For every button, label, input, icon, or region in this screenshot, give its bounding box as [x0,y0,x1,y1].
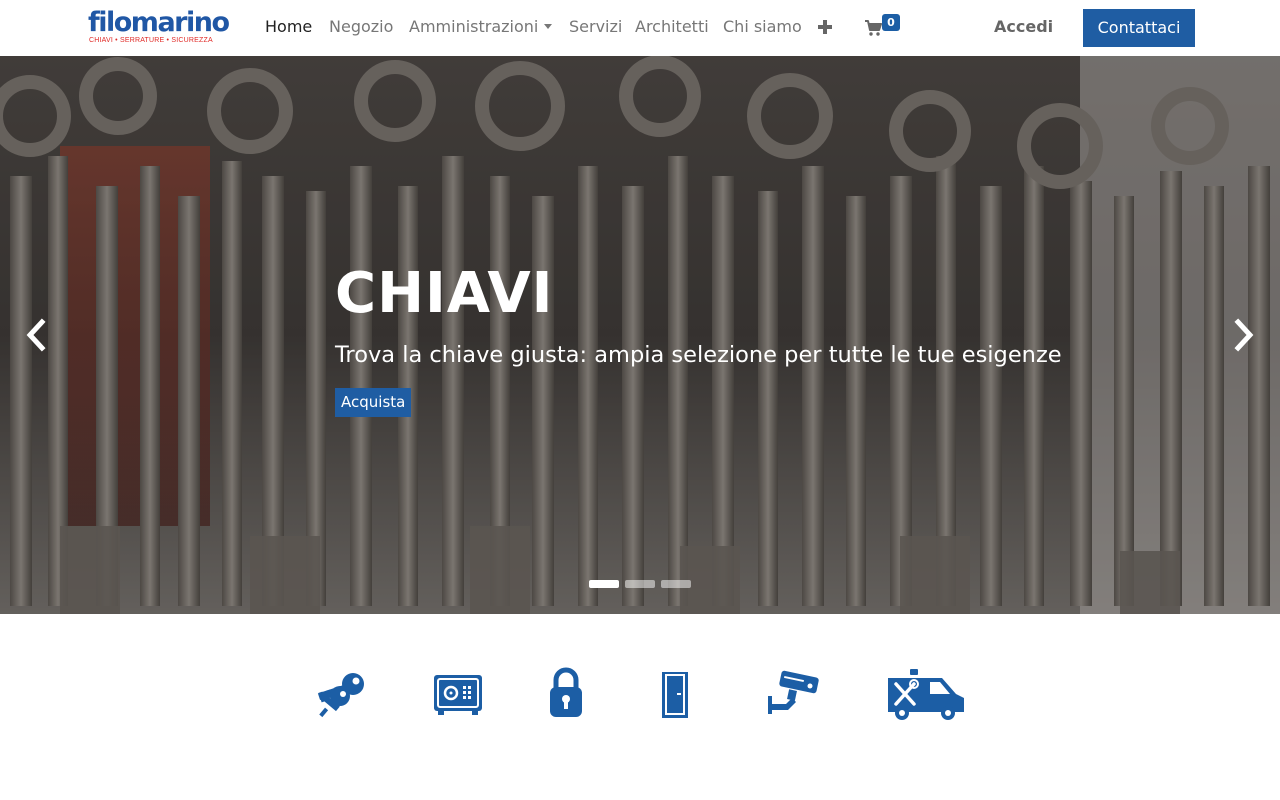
plus-icon[interactable] [817,19,833,35]
category-keys[interactable] [310,660,368,730]
hero-shop-button[interactable]: Acquista [335,388,412,417]
hero-title: CHIAVI [335,261,554,326]
category-service[interactable] [886,660,966,730]
hero-subtitle: Trova la chiave giusta: ampia selezione … [335,342,1062,368]
chevron-left-icon[interactable] [24,318,48,352]
safe-icon [434,675,482,715]
nav-amministrazioni[interactable]: Amministrazioni [409,17,553,37]
keys-icon [317,673,364,718]
nav-amministrazioni-label: Amministrazioni [409,17,539,36]
brand-logo[interactable]: filomarino CHIAVI • SERRATURE • SICUREZZ… [88,9,230,47]
carousel-indicator-2[interactable] [625,580,655,588]
nav-servizi[interactable]: Servizi [569,17,622,37]
padlock-icon [550,667,582,717]
security-camera-icon [768,670,819,714]
caret-down-icon [544,23,553,29]
shopping-cart-icon[interactable] [864,19,882,37]
brand-name: filomarino [88,7,230,38]
chevron-right-icon[interactable] [1232,318,1256,352]
site-header: filomarino CHIAVI • SERRATURE • SICUREZZ… [0,0,1280,56]
nav-negozio[interactable]: Negozio [329,17,393,37]
nav-chi-siamo[interactable]: Chi siamo [723,17,802,37]
carousel-indicator-1[interactable] [589,580,619,588]
hero-carousel: CHIAVI Trova la chiave giusta: ampia sel… [0,56,1280,614]
category-cctv[interactable] [766,660,822,730]
category-doors[interactable] [660,660,690,730]
contact-button[interactable]: Contattaci [1083,9,1195,47]
brand-tagline: CHIAVI • SERRATURE • SICUREZZA [89,37,213,44]
service-van-icon [888,669,964,720]
hero-overlay [0,56,1280,614]
category-padlocks[interactable] [548,660,584,730]
carousel-indicator-3[interactable] [661,580,691,588]
category-safes[interactable] [432,660,484,730]
login-link[interactable]: Accedi [994,17,1053,36]
cart-count-badge: 0 [882,14,900,31]
nav-home[interactable]: Home [265,17,312,37]
nav-architetti[interactable]: Architetti [635,17,709,37]
door-icon [662,672,688,718]
